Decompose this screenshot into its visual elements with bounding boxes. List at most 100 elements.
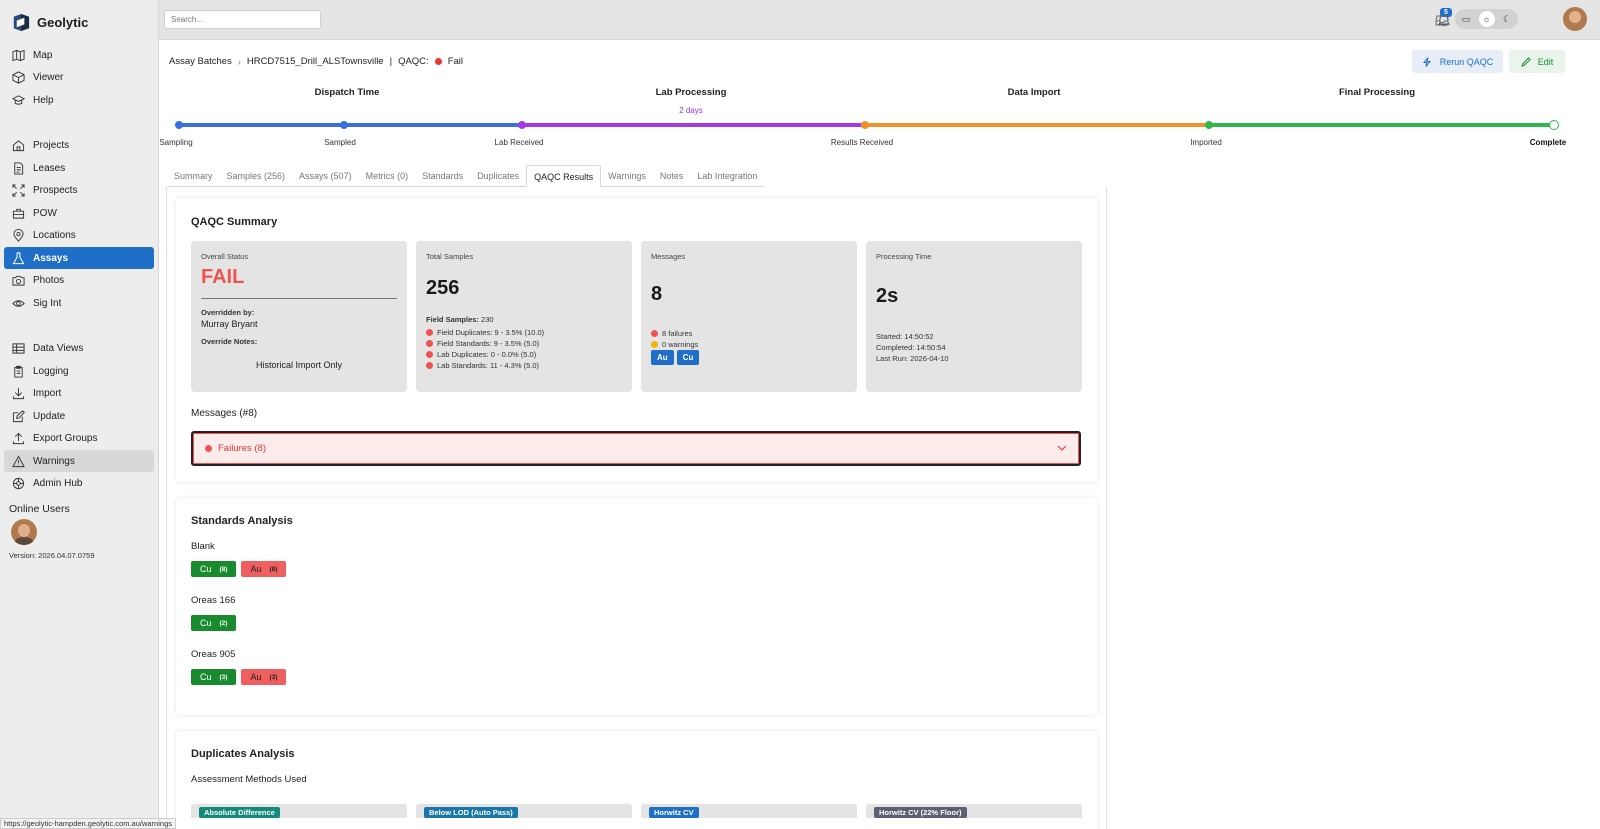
app-version: Version: 2026.04.07.0759 [9, 551, 95, 560]
theme-toggle[interactable]: ▭ ☼ ☾ [1455, 9, 1518, 29]
qaqc-summary-card: QAQC Summary Overall Status FAIL Overrid… [176, 198, 1098, 482]
messages-breakdown: 8 failures 0 warnings [651, 328, 698, 350]
sidebar-item-import[interactable]: Import [4, 383, 154, 405]
pill-element: Au [250, 672, 262, 682]
breadcrumb-batch: HRCD7515_Drill_ALSTownsville [246, 56, 384, 67]
list-item: 0 warnings [651, 339, 698, 350]
sidebar-item-warnings[interactable]: Warnings [4, 450, 154, 472]
method-badge: Below LOD (Auto Pass) [424, 807, 518, 818]
element-pill-cu[interactable]: Cu (3) [191, 669, 237, 685]
messages-panel: Messages 8 8 failures 0 warnings Au Cu [641, 241, 857, 392]
started-text: Started: 14:50:52 [876, 332, 934, 341]
method-badge: Horwitz CV [649, 807, 699, 818]
sidebar-item-label: Assays [33, 252, 69, 264]
clipboard-icon [14, 365, 23, 378]
document-icon [14, 161, 24, 175]
avatar[interactable] [11, 519, 37, 545]
tab-qaqc-results[interactable]: QAQC Results [526, 165, 602, 187]
total-samples-panel: Total Samples 256 Field Samples: 230 Fie… [416, 241, 632, 392]
step-sampled: Sampled [324, 138, 356, 147]
node-sampling [175, 121, 183, 129]
element-tag-au[interactable]: Au [651, 350, 674, 365]
graduation-cap-icon [12, 94, 25, 105]
edit-button[interactable]: Edit [1509, 50, 1565, 73]
sidebar-item-update[interactable]: Update [4, 405, 154, 427]
tab-warnings[interactable]: Warnings [601, 165, 653, 187]
lab-duration: 2 days [679, 106, 703, 115]
phase-final-processing: Final Processing [1338, 87, 1416, 98]
sun-icon[interactable]: ☼ [1478, 11, 1495, 27]
breakdown-text: Lab Duplicates: 0 - 0.0% (5.0) [437, 350, 537, 359]
step-sampling: Sampling [159, 138, 193, 147]
standards-analysis-card: Standards Analysis Blank Cu (8) Au (8) Orea… [176, 498, 1098, 715]
status-dot [651, 330, 658, 337]
sidebar-item-projects[interactable]: Projects [4, 135, 154, 157]
status-bar-url: https://geolytic-hampden.geolytic.com.au… [0, 818, 177, 829]
moon-icon[interactable]: ☾ [1499, 11, 1515, 27]
search-input[interactable] [164, 10, 321, 29]
rerun-qaqc-button[interactable]: Rerun QAQC [1412, 50, 1503, 73]
breadcrumb-root[interactable]: Assay Batches [169, 56, 232, 67]
element-pill-cu[interactable]: Cu (2) [191, 615, 237, 631]
tab-duplicates[interactable]: Duplicates [470, 165, 526, 187]
divider [201, 298, 397, 299]
method-panel: Below LOD (Auto Pass) [416, 804, 632, 818]
sidebar-item-admin-hub[interactable]: Admin Hub [4, 473, 154, 495]
element-pill-au[interactable]: Au (8) [241, 561, 287, 577]
method-panel: Horwitz CV [641, 804, 857, 818]
phase-lab-processing: Lab Processing [655, 87, 727, 98]
node-results-received [861, 121, 869, 129]
sidebar-item-viewer[interactable]: Viewer [4, 67, 154, 89]
breakdown-text: Field Duplicates: 9 - 3.5% (10.0) [437, 328, 545, 337]
sidebar-item-locations[interactable]: Locations [4, 225, 154, 247]
sidebar-item-label: Sig Int [33, 297, 62, 309]
list-item: Lab Duplicates: 0 - 0.0% (5.0) [426, 349, 544, 360]
sidebar-item-prospects[interactable]: Prospects [4, 180, 154, 202]
status-dot [426, 340, 433, 347]
standard-name-oreas-905: Oreas 905 [191, 649, 236, 660]
sidebar-item-map[interactable]: Map [4, 44, 154, 66]
sidebar-item-export-groups[interactable]: Export Groups [4, 428, 154, 450]
user-avatar[interactable] [1563, 7, 1587, 31]
messages-header: Messages (#8) [191, 408, 258, 419]
node-complete [1549, 120, 1559, 130]
failures-accordion[interactable]: Failures (8) [191, 431, 1081, 466]
pill-count: (8) [269, 565, 278, 573]
tab-notes[interactable]: Notes [653, 165, 691, 187]
breakdown-text: Lab Standards: 11 - 4.3% (5.0) [437, 361, 540, 370]
app-logo[interactable]: Geolytic [0, 0, 158, 40]
nav-group-main: Map Viewer Help [0, 40, 158, 116]
chevron-right-icon: › [237, 56, 241, 67]
sidebar-item-logging[interactable]: Logging [4, 360, 154, 382]
tab-assays[interactable]: Assays (507) [292, 165, 359, 187]
lightning-icon [1422, 56, 1431, 67]
sidebar: Geolytic Map Viewer Help Projects Leases… [0, 0, 159, 829]
tab-lab-integration[interactable]: Lab Integration [690, 165, 764, 187]
segment-dispatch [179, 123, 522, 127]
phase-data-import: Data Import [1007, 87, 1061, 98]
top-bar: 5 ▭ ☼ ☾ [159, 0, 1600, 40]
sidebar-item-assays[interactable]: Assays [4, 247, 154, 269]
sidebar-item-help[interactable]: Help [4, 89, 154, 111]
sidebar-item-photos[interactable]: Photos [4, 270, 154, 292]
monitor-icon[interactable]: ▭ [1458, 11, 1474, 27]
list-item: Field Duplicates: 9 - 3.5% (10.0) [426, 327, 544, 338]
sidebar-item-leases[interactable]: Leases [4, 157, 154, 179]
sidebar-item-sig-int[interactable]: Sig Int [4, 292, 154, 314]
tab-metrics[interactable]: Metrics (0) [359, 165, 416, 187]
tab-standards[interactable]: Standards [415, 165, 470, 187]
sidebar-item-label: Update [33, 410, 66, 422]
element-tag-cu[interactable]: Cu [676, 350, 700, 365]
qaqc-status: Fail [447, 56, 463, 67]
flask-icon [12, 251, 25, 264]
processing-time-label: Processing Time [876, 252, 932, 261]
element-pill-cu[interactable]: Cu (8) [191, 561, 237, 577]
standard-pills-blank: Cu (8) Au (8) [191, 561, 291, 577]
tab-samples[interactable]: Samples (256) [220, 165, 293, 187]
element-pill-au[interactable]: Au (3) [241, 669, 287, 685]
inbox-icon[interactable] [1435, 13, 1449, 27]
tab-summary[interactable]: Summary [167, 165, 220, 187]
duplicates-analysis-card: Duplicates Analysis Assessment Methods U… [176, 731, 1098, 829]
sidebar-item-data-views[interactable]: Data Views [4, 338, 154, 360]
sidebar-item-pow[interactable]: POW [4, 202, 154, 224]
